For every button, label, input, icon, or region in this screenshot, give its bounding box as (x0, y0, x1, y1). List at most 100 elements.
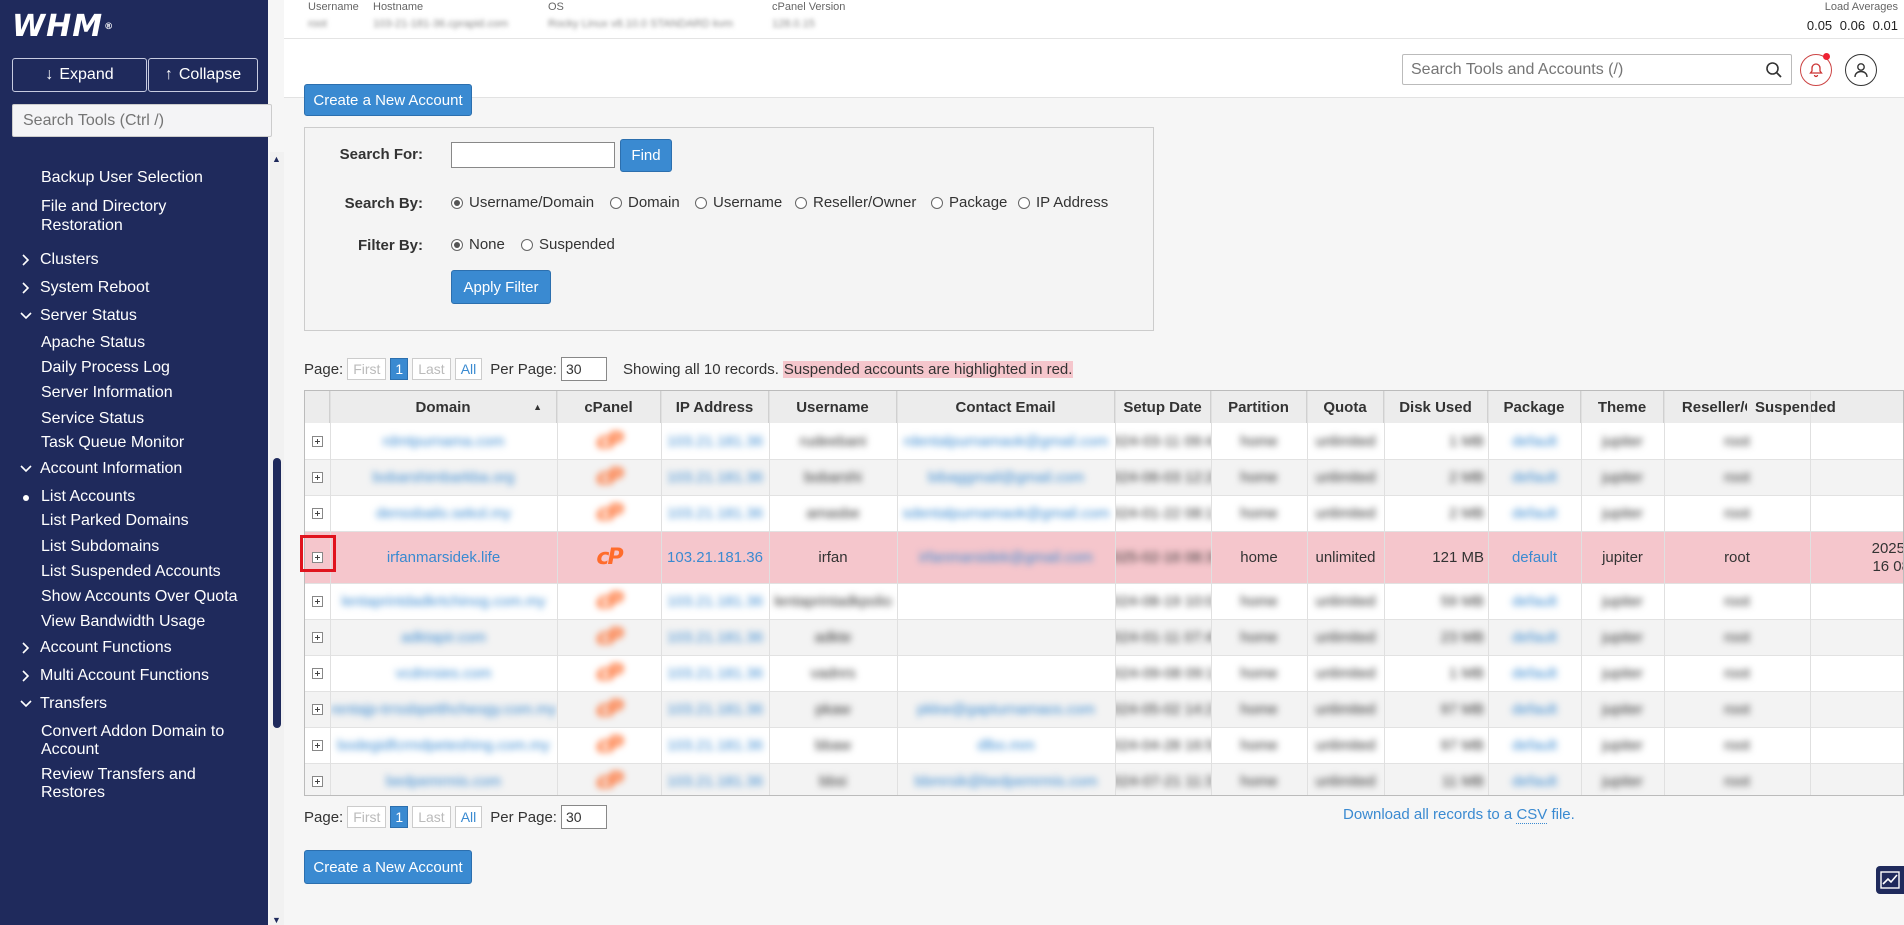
cell-email[interactable] (897, 620, 1115, 655)
sidebar-item[interactable]: Apache Status (0, 332, 268, 354)
column-header[interactable]: Setup Date (1115, 391, 1211, 423)
cell-email-text[interactable]: dlbo.mm (977, 737, 1035, 754)
sidebar-item[interactable]: List Subdomains (0, 536, 268, 558)
cpanel-logo-icon[interactable]: cP (557, 424, 661, 459)
current-page-button[interactable]: 1 (390, 358, 409, 380)
per-page-input[interactable]: 30 (560, 357, 607, 381)
cell-email-text[interactable]: pkkw@gapturnamaos.com (917, 701, 1095, 718)
cell-email[interactable]: bbmrsik@bedpemrmis.com (897, 764, 1115, 795)
cpanel-logo-icon[interactable]: cP (557, 584, 661, 619)
cpanel-icon[interactable]: cP (596, 625, 623, 650)
cell-pkg-text[interactable]: default (1512, 469, 1557, 486)
cell-ip[interactable]: 103.21.181.36 (661, 424, 769, 459)
radio-option[interactable]: Username/Domain (451, 194, 594, 211)
current-page-button[interactable]: 1 (390, 806, 409, 828)
sidebar-item[interactable]: Backup User Selection (0, 167, 268, 189)
cell-domain-text[interactable]: bedpemrmis.com (386, 773, 501, 790)
cell-email[interactable] (897, 656, 1115, 691)
cell-pkg-text[interactable]: default (1512, 737, 1557, 754)
expand-cell[interactable] (305, 764, 330, 795)
cell-domain[interactable]: bedpemrmis.com (330, 764, 557, 795)
cpanel-logo-icon[interactable]: cP (557, 656, 661, 691)
radio-option[interactable]: Username (695, 194, 782, 211)
cell-ip-text[interactable]: 103.21.181.36 (667, 665, 763, 682)
column-header[interactable]: Domain ▲ (330, 391, 557, 423)
cell-domain-text[interactable]: irfanmarsidek.life (387, 549, 500, 566)
expand-button[interactable]: ↓ Expand (12, 58, 147, 92)
expand-cell[interactable] (305, 620, 330, 655)
cell-domain-text[interactable]: bobarshimbarkba.org (373, 469, 515, 486)
cell-ip-text[interactable]: 103.21.181.36 (667, 773, 763, 790)
search-for-input[interactable] (451, 142, 615, 168)
cell-domain-text[interactable]: adktapir.com (401, 629, 486, 646)
radio-button[interactable] (451, 196, 463, 209)
expand-cell[interactable] (305, 424, 330, 459)
cpanel-icon[interactable]: cP (596, 501, 623, 526)
cell-ip-text[interactable]: 103.21.181.36 (667, 549, 763, 566)
cpanel-logo-icon[interactable]: cP (557, 460, 661, 495)
cell-domain-text[interactable]: rentajp-trrssbpetthcheogy.com.my (331, 701, 557, 718)
cell-domain[interactable]: adktapir.com (330, 620, 557, 655)
expand-plus-icon[interactable] (312, 472, 323, 483)
sidebar-item[interactable]: Daily Process Log (0, 357, 268, 379)
cell-domain-text[interactable]: denssbailo.sekol.my (376, 505, 511, 522)
first-page-button[interactable]: First (347, 358, 387, 380)
create-account-button-bottom[interactable]: Create a New Account (304, 850, 472, 884)
cell-pkg[interactable]: default (1488, 692, 1581, 727)
column-header[interactable]: Username (769, 391, 897, 423)
cell-ip[interactable]: 103.21.181.36 (661, 496, 769, 531)
collapse-button[interactable]: ↑ Collapse (148, 58, 258, 92)
radio-option[interactable]: IP Address (1018, 194, 1108, 211)
cell-ip[interactable]: 103.21.181.36 (661, 460, 769, 495)
cell-domain[interactable]: rdmtpurnama.com (330, 424, 557, 459)
cell-ip-text[interactable]: 103.21.181.36 (667, 629, 763, 646)
cpanel-icon[interactable]: cP (596, 697, 623, 722)
radio-button[interactable] (1018, 196, 1030, 209)
cell-domain[interactable]: denssbailo.sekol.my (330, 496, 557, 531)
cell-ip-text[interactable]: 103.21.181.36 (667, 469, 763, 486)
cell-pkg[interactable]: default (1488, 764, 1581, 795)
sidebar-item[interactable]: Restoration (0, 215, 268, 237)
expand-plus-icon[interactable] (312, 740, 323, 751)
expand-cell[interactable] (305, 496, 330, 531)
cell-domain-text[interactable]: bodegidfcrmdpeteshing.com.my (337, 737, 550, 754)
cell-ip[interactable]: 103.21.181.36 (661, 692, 769, 727)
last-page-button[interactable]: Last (412, 358, 451, 380)
cell-domain[interactable]: bodegidfcrmdpeteshing.com.my (330, 728, 557, 763)
radio-button[interactable] (521, 238, 533, 251)
cell-pkg[interactable]: default (1488, 460, 1581, 495)
sidebar-item[interactable]: Service Status (0, 408, 268, 430)
cell-domain[interactable]: vcdnrsies.com (330, 656, 557, 691)
cell-email[interactable]: sdentalpurnamaok@gmail.com (897, 496, 1115, 531)
first-page-button[interactable]: First (347, 806, 387, 828)
sidebar-category[interactable]: Multi Account Functions (0, 665, 268, 687)
radio-button[interactable] (451, 238, 463, 251)
sidebar-search-input[interactable] (12, 104, 272, 137)
cell-domain-text[interactable]: lentaprintdadkrtchinog.com.my (341, 593, 545, 610)
sidebar-item[interactable]: View Bandwidth Usage (0, 611, 268, 633)
cpanel-icon[interactable]: cP (596, 769, 623, 794)
expand-cell[interactable] (305, 728, 330, 763)
expand-cell[interactable] (305, 460, 330, 495)
create-account-button-top[interactable]: Create a New Account (304, 84, 472, 116)
column-header[interactable]: Disk Used (1384, 391, 1488, 423)
expand-cell[interactable] (305, 656, 330, 691)
cpanel-icon[interactable]: cP (596, 733, 623, 758)
column-header[interactable]: IP Address (661, 391, 769, 423)
sidebar-category[interactable]: Account Information (0, 458, 268, 480)
cpanel-icon[interactable]: cP (596, 661, 623, 686)
cell-ip[interactable]: 103.21.181.36 (661, 728, 769, 763)
cell-pkg[interactable]: default (1488, 656, 1581, 691)
radio-button[interactable] (695, 196, 707, 209)
radio-option[interactable]: Package (931, 194, 1007, 211)
scrollbar-thumb[interactable] (273, 458, 281, 728)
sidebar-item[interactable]: Restores (0, 782, 268, 804)
sidebar-item[interactable]: List Suspended Accounts (0, 561, 268, 583)
cpanel-logo-icon[interactable]: cP (557, 764, 661, 795)
cell-pkg[interactable]: default (1488, 424, 1581, 459)
user-account-icon[interactable] (1845, 54, 1877, 86)
find-button[interactable]: Find (620, 139, 672, 172)
sidebar-item[interactable]: List Parked Domains (0, 510, 268, 532)
cell-pkg[interactable]: default (1488, 584, 1581, 619)
sidebar-category[interactable]: Transfers (0, 693, 268, 715)
